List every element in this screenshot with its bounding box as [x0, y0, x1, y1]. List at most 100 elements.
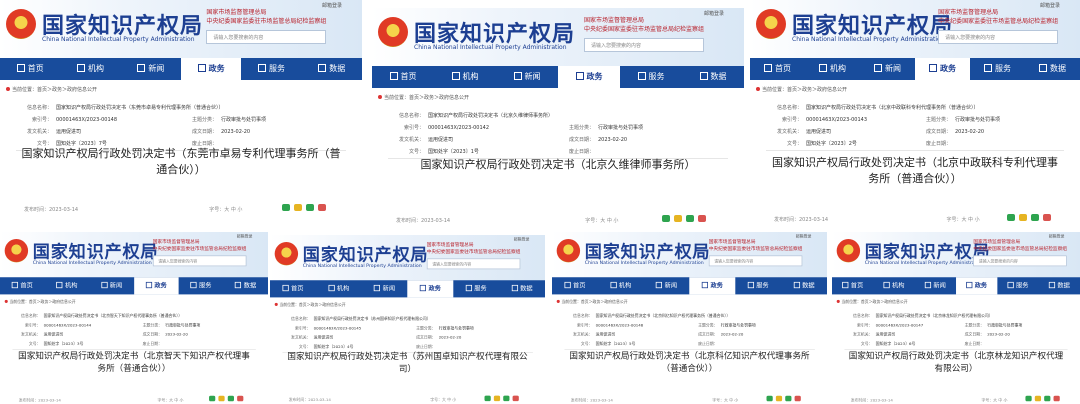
- search-input[interactable]: 请输入您要搜索的内容: [938, 30, 1059, 44]
- qzone-icon[interactable]: [1019, 214, 1028, 221]
- wechat-moments-icon[interactable]: [227, 395, 234, 401]
- link-samr[interactable]: 国家市场监督管理总局: [584, 16, 704, 25]
- nav-item-service[interactable]: 服务: [620, 66, 682, 88]
- nav-item-news[interactable]: 新闻: [121, 58, 181, 80]
- nav-item-gov[interactable]: 政务: [558, 66, 620, 88]
- link-discipline[interactable]: 中央纪委国家监委驻市场监管总局纪检监察组: [206, 17, 326, 26]
- qzone-icon[interactable]: [674, 215, 683, 222]
- nav-item-data[interactable]: 数据: [1025, 58, 1080, 80]
- link-discipline[interactable]: 中央纪委国家监委驻市场监管总局纪检监察组: [973, 245, 1067, 252]
- font-size-control[interactable]: 字号：大 中 小: [157, 398, 183, 403]
- link-discipline[interactable]: 中央纪委国家监委驻市场监管总局纪检监察组: [153, 245, 247, 252]
- nav-item-org[interactable]: 机构: [873, 277, 914, 294]
- link-samr[interactable]: 国家市场监督管理总局: [938, 8, 1058, 17]
- link-discipline[interactable]: 中央纪委国家监委驻市场监管总局纪检监察组: [427, 248, 521, 255]
- nav-item-org[interactable]: 机构: [805, 58, 860, 80]
- mail-login-link[interactable]: 邮箱登录: [704, 10, 724, 17]
- nav-item-service[interactable]: 服务: [179, 277, 224, 294]
- nav-item-service[interactable]: 服务: [453, 280, 499, 297]
- link-samr[interactable]: 国家市场监督管理总局: [206, 8, 326, 17]
- qzone-icon[interactable]: [218, 395, 225, 401]
- search-input[interactable]: 请输入您要搜索的内容: [973, 255, 1067, 267]
- nav-item-service[interactable]: 服务: [241, 58, 301, 80]
- nav-item-service[interactable]: 服务: [997, 277, 1038, 294]
- nav-item-org[interactable]: 机构: [598, 277, 644, 294]
- nav-item-org[interactable]: 机构: [45, 277, 90, 294]
- nav-item-home[interactable]: 首页: [750, 58, 805, 80]
- nav-item-home[interactable]: 首页: [552, 277, 598, 294]
- font-size-control[interactable]: 字号：大 中 小: [712, 398, 738, 403]
- search-input[interactable]: 请输入您要搜索的内容: [426, 258, 521, 270]
- wechat-icon[interactable]: [209, 395, 216, 401]
- wechat-moments-icon[interactable]: [503, 395, 510, 401]
- link-samr[interactable]: 国家市场监督管理总局: [153, 238, 247, 245]
- wechat-icon[interactable]: [484, 395, 491, 401]
- mail-login-link[interactable]: 邮箱登录: [1049, 234, 1065, 239]
- nav-item-news[interactable]: 新闻: [362, 280, 408, 297]
- link-samr[interactable]: 国家市场监督管理总局: [427, 241, 521, 248]
- nav-item-data[interactable]: 数据: [302, 58, 362, 80]
- nav-item-org[interactable]: 机构: [60, 58, 120, 80]
- nav-item-news[interactable]: 新闻: [644, 277, 690, 294]
- weibo-icon[interactable]: [318, 204, 327, 211]
- nav-item-data[interactable]: 数据: [781, 277, 827, 294]
- nav-item-service[interactable]: 服务: [970, 58, 1025, 80]
- wechat-moments-icon[interactable]: [306, 204, 315, 211]
- weibo-icon[interactable]: [1043, 214, 1052, 221]
- nav-item-news[interactable]: 新闻: [915, 277, 956, 294]
- weibo-icon[interactable]: [1053, 395, 1060, 401]
- nav-item-news[interactable]: 新闻: [860, 58, 915, 80]
- nav-item-home[interactable]: 首页: [0, 277, 45, 294]
- nav-item-data[interactable]: 数据: [682, 66, 744, 88]
- nav-item-home[interactable]: 首页: [832, 277, 873, 294]
- wechat-icon[interactable]: [1025, 395, 1032, 401]
- nav-item-gov[interactable]: 政务: [407, 280, 454, 298]
- search-input[interactable]: 请输入您要搜索的内容: [708, 255, 803, 267]
- weibo-icon[interactable]: [237, 395, 244, 401]
- nav-item-gov[interactable]: 政务: [915, 58, 970, 80]
- link-samr[interactable]: 国家市场监督管理总局: [973, 238, 1067, 245]
- search-input[interactable]: 请输入您要搜索的内容: [152, 255, 247, 267]
- nav-item-home[interactable]: 首页: [372, 66, 434, 88]
- nav-item-gov[interactable]: 政务: [180, 58, 242, 80]
- qzone-icon[interactable]: [294, 204, 303, 211]
- mail-login-link[interactable]: 邮箱登录: [322, 2, 342, 9]
- nav-item-org[interactable]: 机构: [434, 66, 496, 88]
- wechat-moments-icon[interactable]: [686, 215, 695, 222]
- nav-item-data[interactable]: 数据: [223, 277, 268, 294]
- mail-login-link[interactable]: 邮箱登录: [796, 234, 812, 239]
- search-input[interactable]: 请输入您要搜索的内容: [206, 30, 327, 44]
- font-size-control[interactable]: 字号：大 中 小: [209, 207, 242, 213]
- nav-item-service[interactable]: 服务: [735, 277, 781, 294]
- mail-login-link[interactable]: 邮箱登录: [1040, 2, 1060, 9]
- wechat-icon[interactable]: [766, 395, 773, 401]
- search-input[interactable]: 请输入您要搜索的内容: [584, 38, 705, 52]
- link-discipline[interactable]: 中央纪委国家监委驻市场监管总局纪检监察组: [938, 17, 1058, 26]
- weibo-icon[interactable]: [794, 395, 801, 401]
- wechat-moments-icon[interactable]: [1031, 214, 1040, 221]
- nav-item-news[interactable]: 新闻: [496, 66, 558, 88]
- wechat-moments-icon[interactable]: [1044, 395, 1051, 401]
- link-discipline[interactable]: 中央纪委国家监委驻市场监管总局纪检监察组: [709, 245, 803, 252]
- nav-item-gov[interactable]: 政务: [955, 277, 998, 295]
- nav-item-gov[interactable]: 政务: [689, 277, 736, 295]
- weibo-icon[interactable]: [698, 215, 707, 222]
- weibo-icon[interactable]: [512, 395, 519, 401]
- nav-item-news[interactable]: 新闻: [89, 277, 134, 294]
- nav-item-home[interactable]: 首页: [0, 58, 60, 80]
- font-size-control[interactable]: 字号：大 中 小: [430, 398, 456, 403]
- mail-login-link[interactable]: 邮箱登录: [237, 234, 253, 239]
- nav-item-data[interactable]: 数据: [1039, 277, 1080, 294]
- wechat-icon[interactable]: [662, 215, 671, 222]
- nav-item-gov[interactable]: 政务: [134, 277, 179, 295]
- font-size-control[interactable]: 字号：大 中 小: [946, 217, 979, 223]
- link-discipline[interactable]: 中央纪委国家监委驻市场监管总局纪检监察组: [584, 25, 704, 34]
- qzone-icon[interactable]: [493, 395, 501, 401]
- qzone-icon[interactable]: [1034, 395, 1042, 401]
- link-samr[interactable]: 国家市场监督管理总局: [709, 238, 803, 245]
- font-size-control[interactable]: 字号：大 中 小: [981, 398, 1007, 403]
- wechat-icon[interactable]: [1007, 214, 1016, 221]
- wechat-icon[interactable]: [282, 204, 291, 211]
- font-size-control[interactable]: 字号：大 中 小: [585, 218, 618, 224]
- mail-login-link[interactable]: 邮箱登录: [514, 237, 530, 242]
